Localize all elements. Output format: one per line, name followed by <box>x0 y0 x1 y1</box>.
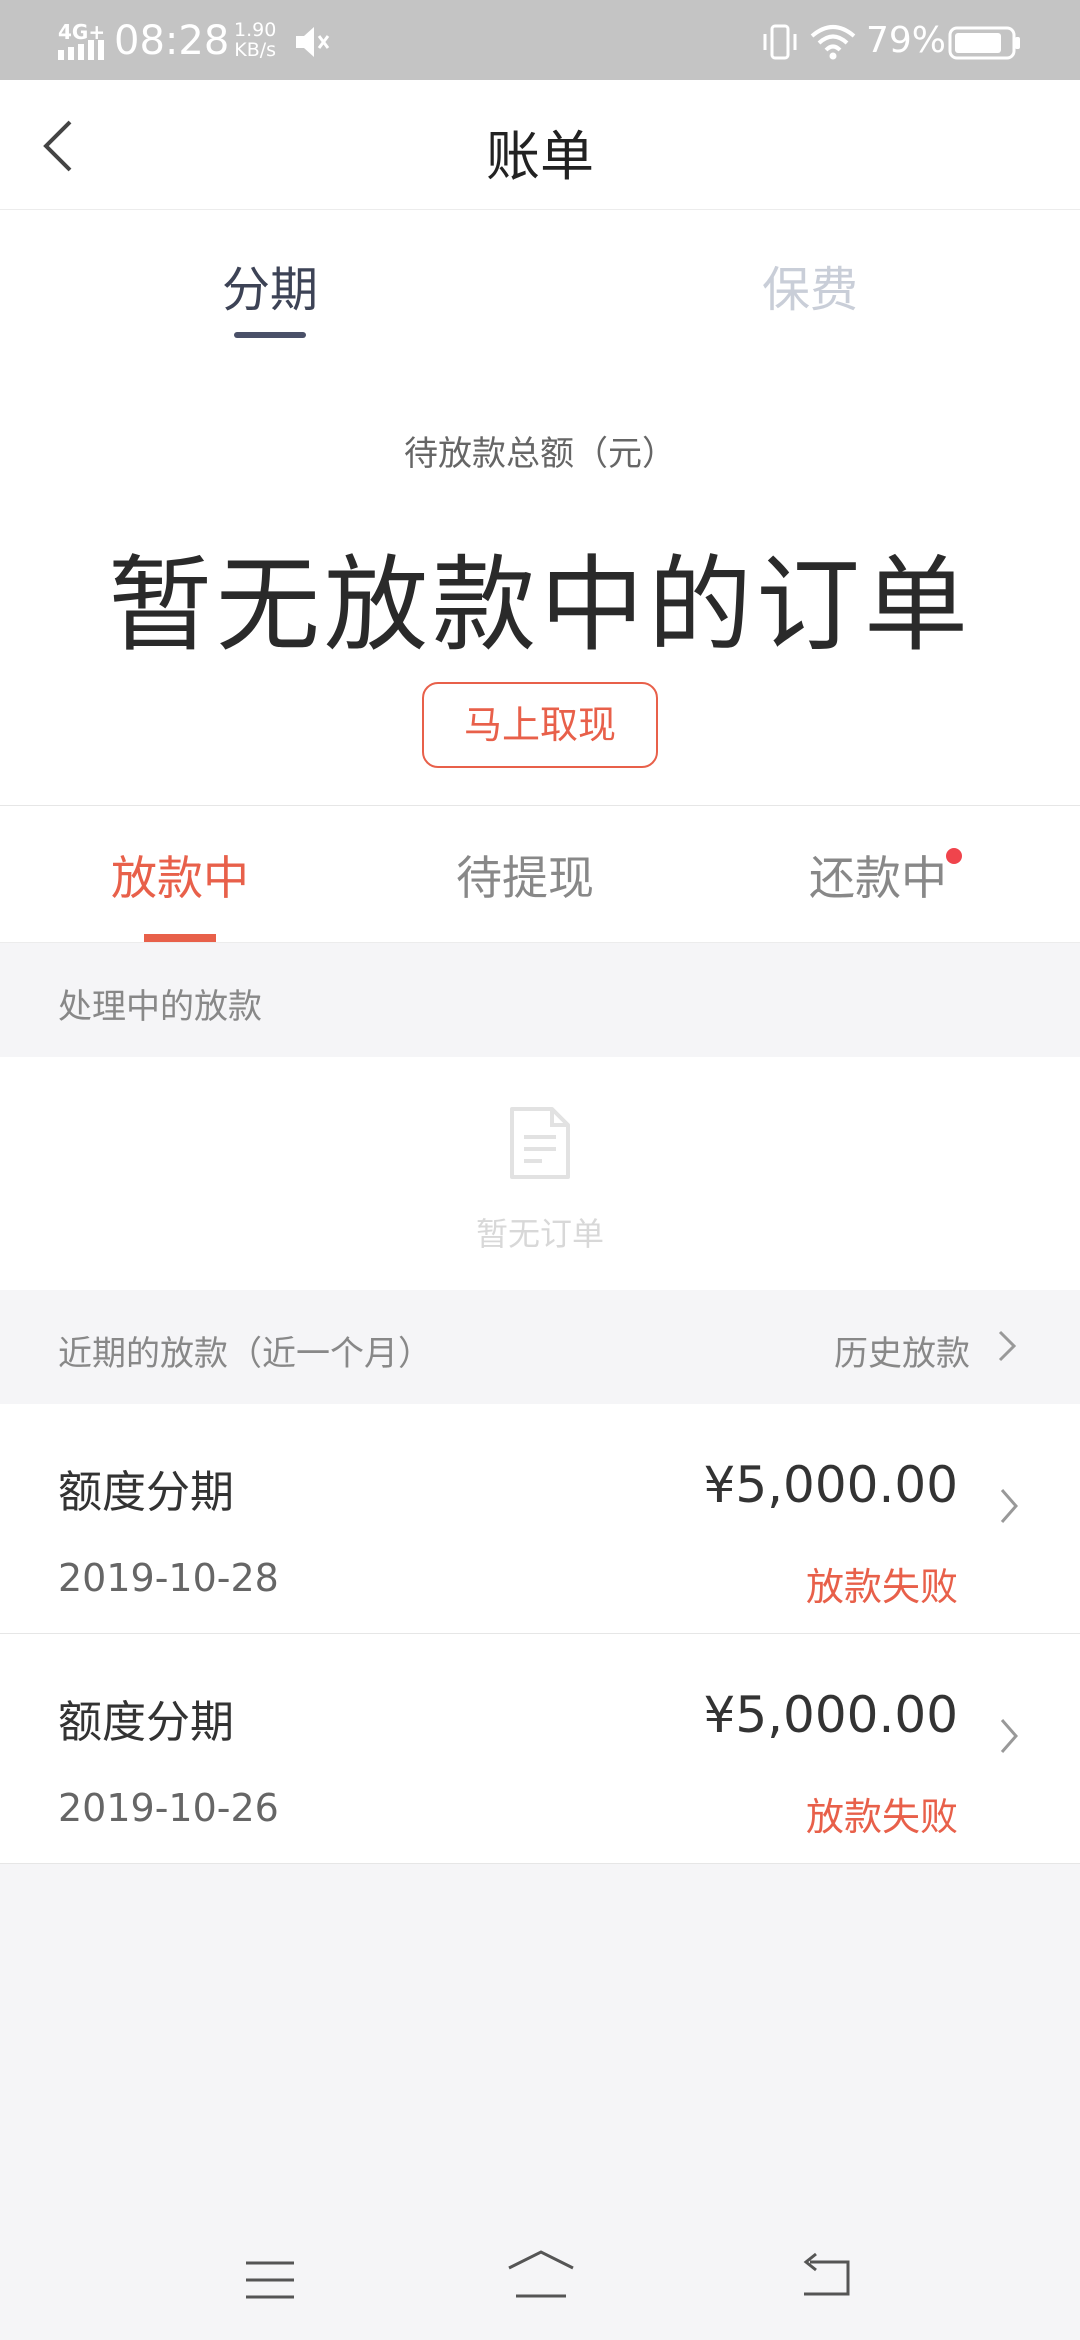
item-status: 放款失败 <box>805 1795 958 1839</box>
tab-pending-withdraw[interactable]: 待提现 <box>345 842 705 908</box>
battery-percent: 79% <box>866 20 947 61</box>
loan-summary: 待放款总额（元） 暂无放款中的订单 马上取现 <box>0 370 1080 805</box>
top-tabs: 分期 保费 <box>0 210 1080 370</box>
item-title: 额度分期 <box>58 1697 234 1748</box>
pending-total-value: 暂无放款中的订单 <box>107 544 972 666</box>
document-icon <box>510 1107 570 1179</box>
item-date: 2019-10-28 <box>58 1556 279 1600</box>
tab-underline <box>234 332 306 338</box>
speed-unit: KB/s <box>234 39 277 61</box>
loan-status-tabs: 放款中 待提现 还款中 <box>0 805 1080 943</box>
tab-repaying[interactable]: 还款中 <box>698 842 1058 908</box>
withdraw-now-button[interactable]: 马上取现 <box>422 682 658 768</box>
menu-icon[interactable] <box>244 2260 296 2300</box>
history-link[interactable]: 历史放款 <box>834 1326 970 1375</box>
processing-section-header: 处理中的放款 <box>0 943 1080 1057</box>
vibrate-icon <box>763 24 797 60</box>
network-speed: 1.90 KB/s <box>234 20 276 60</box>
processing-title: 处理中的放款 <box>58 987 262 1027</box>
sub-tab-underline <box>144 934 216 942</box>
list-item[interactable]: 额度分期 ¥5,000.00 2019-10-26 放款失败 <box>0 1634 1080 1864</box>
mute-icon <box>296 27 330 57</box>
system-nav-bar <box>0 2200 1080 2340</box>
clock: 08:28 <box>114 18 230 64</box>
tab-installment[interactable]: 分期 <box>0 250 540 320</box>
pending-total-label: 待放款总额（元） <box>404 434 676 474</box>
recent-section-header: 近期的放款（近一个月） 历史放款 <box>0 1290 1080 1404</box>
wifi-icon <box>810 25 856 60</box>
item-amount: ¥5,000.00 <box>703 1686 958 1744</box>
empty-text: 暂无订单 <box>475 1215 604 1253</box>
status-bar: 4G+ 08:28 1.90 KB/s 79% <box>0 0 1080 80</box>
chevron-right-icon <box>1000 1719 1018 1753</box>
return-icon[interactable] <box>796 2252 852 2298</box>
item-status: 放款失败 <box>805 1565 958 1609</box>
tab-insurance[interactable]: 保费 <box>540 250 1080 320</box>
header: 账单 <box>0 80 1080 210</box>
chevron-right-icon <box>1000 1489 1018 1523</box>
item-date: 2019-10-26 <box>58 1786 279 1830</box>
list-item[interactable]: 额度分期 ¥5,000.00 2019-10-28 放款失败 <box>0 1404 1080 1634</box>
home-icon[interactable] <box>506 2248 576 2300</box>
empty-state: 暂无订单 <box>0 1057 1080 1290</box>
notification-badge <box>946 848 962 864</box>
tab-lending[interactable]: 放款中 <box>0 842 360 908</box>
recent-title: 近期的放款（近一个月） <box>58 1334 432 1374</box>
battery-icon <box>948 26 1020 60</box>
speed-value: 1.90 <box>234 19 277 41</box>
item-title: 额度分期 <box>58 1467 234 1518</box>
item-amount: ¥5,000.00 <box>703 1456 958 1514</box>
page-title: 账单 <box>486 125 594 188</box>
signal-icon <box>58 40 104 60</box>
chevron-right-icon[interactable] <box>996 1328 1018 1364</box>
